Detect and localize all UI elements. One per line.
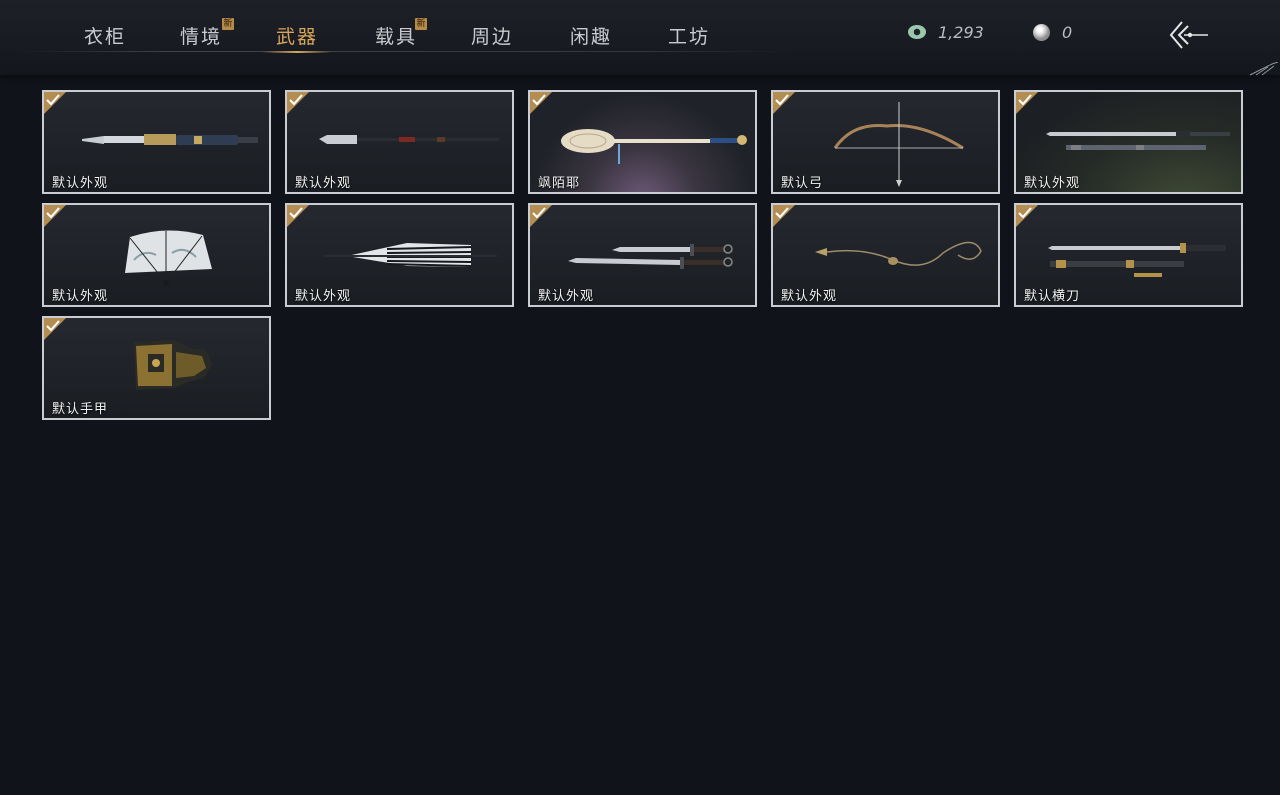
tab-mounts[interactable]: 载具 新 bbox=[375, 18, 427, 50]
owned-check-icon bbox=[44, 318, 66, 340]
weapon-card[interactable]: 默认外观 bbox=[528, 203, 757, 307]
owned-check-icon bbox=[287, 205, 309, 227]
corner-ornament-icon bbox=[1249, 62, 1279, 76]
owned-check-icon bbox=[44, 205, 66, 227]
jade-coin-icon bbox=[908, 25, 926, 39]
item-label: 默认外观 bbox=[52, 289, 109, 304]
jade-amount: 1,293 bbox=[938, 22, 984, 42]
weapon-card[interactable]: 默认横刀 bbox=[1014, 203, 1243, 307]
weapon-card[interactable]: 默认弓 bbox=[771, 90, 1000, 194]
item-label: 默认弓 bbox=[781, 176, 824, 191]
tab-label: 工坊 bbox=[668, 26, 711, 48]
weapon-card[interactable]: 默认外观 bbox=[285, 203, 514, 307]
weapon-card[interactable]: 默认手甲 bbox=[42, 316, 271, 420]
tab-label: 情境 bbox=[180, 26, 223, 48]
item-label: 默认外观 bbox=[295, 289, 352, 304]
pearl-icon bbox=[1033, 23, 1050, 41]
weapon-card[interactable]: 默认外观 bbox=[771, 203, 1000, 307]
new-badge: 新 bbox=[415, 18, 427, 30]
weapon-card[interactable]: 飒陌耶 bbox=[528, 90, 757, 194]
item-label: 默认外观 bbox=[781, 289, 838, 304]
tab-leisure[interactable]: 闲趣 bbox=[570, 22, 612, 50]
item-label: 默认手甲 bbox=[52, 402, 109, 417]
weapon-card[interactable]: 默认外观 bbox=[1014, 90, 1243, 194]
weapon-card[interactable]: 默认外观 bbox=[42, 90, 271, 194]
item-label: 默认外观 bbox=[52, 176, 109, 191]
tab-label: 闲趣 bbox=[570, 26, 613, 48]
tab-wardrobe[interactable]: 衣柜 bbox=[84, 22, 126, 50]
item-label: 默认横刀 bbox=[1024, 289, 1081, 304]
tab-label: 周边 bbox=[471, 26, 514, 48]
tab-weapons[interactable]: 武器 bbox=[262, 22, 333, 53]
tab-merch[interactable]: 周边 bbox=[471, 22, 513, 50]
tab-workshop[interactable]: 工坊 bbox=[668, 22, 710, 50]
owned-check-icon bbox=[1016, 205, 1038, 227]
item-label: 默认外观 bbox=[295, 176, 352, 191]
pearl-amount: 0 bbox=[1062, 22, 1073, 42]
jade-currency[interactable]: 1,293 bbox=[908, 22, 984, 42]
top-nav-bar: 衣柜 情境 新 武器 载具 新 周边 闲趣 工坊 1,293 0 bbox=[0, 0, 1280, 76]
tab-label: 衣柜 bbox=[84, 26, 127, 48]
item-label: 默认外观 bbox=[538, 289, 595, 304]
tab-scene[interactable]: 情境 新 bbox=[180, 18, 234, 50]
weapon-card[interactable]: 默认外观 bbox=[285, 90, 514, 194]
item-label: 飒陌耶 bbox=[538, 176, 581, 191]
item-label: 默认外观 bbox=[1024, 176, 1081, 191]
back-arrow-icon[interactable] bbox=[1166, 18, 1210, 52]
active-tab-indicator bbox=[262, 51, 333, 53]
owned-check-icon bbox=[773, 92, 795, 114]
tab-label: 武器 bbox=[276, 26, 319, 48]
owned-check-icon bbox=[773, 205, 795, 227]
nav-divider bbox=[20, 51, 790, 52]
owned-check-icon bbox=[44, 92, 66, 114]
owned-check-icon bbox=[530, 92, 552, 114]
owned-check-icon bbox=[287, 92, 309, 114]
owned-check-icon bbox=[530, 205, 552, 227]
owned-check-icon bbox=[1016, 92, 1038, 114]
pearl-currency[interactable]: 0 bbox=[1033, 22, 1072, 42]
new-badge: 新 bbox=[222, 18, 234, 30]
weapon-card[interactable]: 默认外观 bbox=[42, 203, 271, 307]
tab-label: 载具 bbox=[375, 26, 418, 48]
